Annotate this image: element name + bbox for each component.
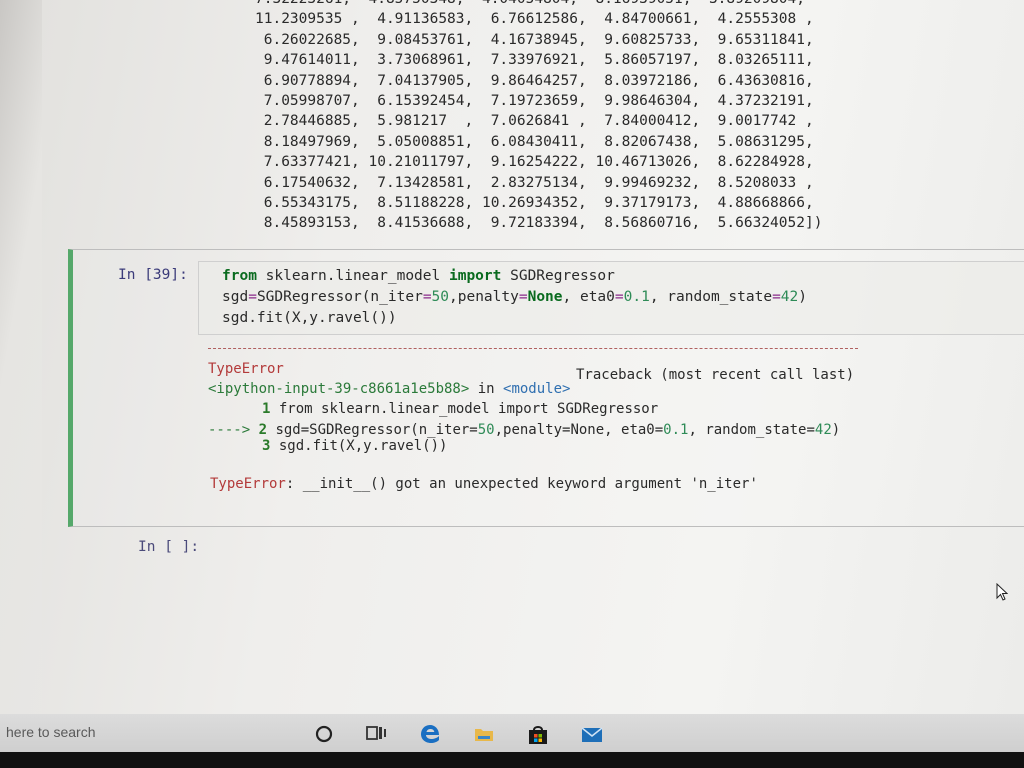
traceback-line-1: 1 from sklearn.linear_model import SGDRe… (262, 401, 658, 417)
array-line: 6.55343175, 8.51188228, 10.26934352, 9.3… (255, 194, 814, 211)
taskbar (0, 714, 1024, 752)
code-token: = (518, 289, 528, 305)
empty-cell-prompt: In [ ]: (138, 539, 200, 555)
code-line-3: sgd.fit(X,y.ravel()) (222, 310, 397, 326)
code-token: = (422, 289, 432, 305)
traceback-number: 0.1 (663, 422, 689, 438)
error-message: TypeError: __init__() got an unexpected … (210, 476, 758, 492)
array-line: 8.45893153, 8.41536688, 9.72183394, 8.56… (255, 215, 823, 232)
empty-code-cell[interactable] (198, 532, 1024, 562)
array-line: 8.18497969, 5.05008851, 6.08430411, 8.82… (255, 133, 814, 150)
code-token: , random_state (649, 289, 773, 305)
array-output: 7.32223261, 4.85750348, 4.04054804, 8.16… (255, 0, 822, 234)
monitor-bezel (0, 752, 1024, 768)
code-token: ) (798, 289, 807, 305)
keyword-from: from (222, 268, 257, 284)
traceback-line-2: ----> 2 sgd=SGDRegressor(n_iter=50,penal… (208, 422, 840, 438)
traceback-header-right: Traceback (most recent call last) (576, 367, 855, 383)
array-line: 7.32223261, 4.85750348, 4.04054804, 8.16… (255, 0, 822, 9)
mail-icon[interactable] (580, 722, 604, 746)
traceback-code: sgd=SGDRegressor(n_iter= (267, 422, 478, 438)
taskbar-search-box[interactable]: here to search (6, 724, 96, 740)
traceback-input-ref: <ipython-input-39-c8661a1e5b88> (208, 381, 470, 397)
code-number: 0.1 (623, 289, 650, 305)
traceback-separator (208, 348, 858, 349)
task-view-icon[interactable] (364, 722, 388, 746)
error-type: TypeError (210, 476, 286, 492)
traceback-number: 50 (477, 422, 495, 438)
code-module: sklearn.linear_model (256, 268, 449, 284)
array-line: 6.17540632, 7.13428581, 2.83275134, 9.99… (255, 174, 814, 191)
traceback-arrow: ----> (208, 422, 259, 438)
traceback-location: <ipython-input-39-c8661a1e5b88> in <modu… (208, 381, 570, 397)
code-text[interactable]: from sklearn.linear_model import SGDRegr… (222, 266, 807, 329)
code-token: ,penalty (449, 289, 519, 305)
traceback-lineno: 2 (258, 422, 268, 438)
array-line: 2.78446885, 5.981217 , 7.0626841 , 7.840… (255, 113, 814, 130)
file-explorer-icon[interactable] (472, 722, 496, 746)
array-line: 6.26022685, 9.08453761, 4.16738945, 9.60… (255, 31, 814, 48)
array-line: 11.2309535 , 4.91136583, 6.76612586, 4.8… (255, 11, 814, 28)
keyword-import: import (448, 268, 502, 284)
error-text: : __init__() got an unexpected keyword a… (285, 476, 758, 492)
array-line: 7.05998707, 6.15392454, 7.19723659, 9.98… (255, 92, 814, 109)
code-number: 50 (431, 289, 450, 305)
cell-prompt: In [39]: (118, 267, 188, 283)
code-token: = (614, 289, 624, 305)
edge-icon[interactable] (418, 722, 442, 746)
traceback-number: 42 (814, 422, 832, 438)
traceback-module: <module> (503, 381, 571, 397)
code-token: = (248, 289, 257, 305)
code-token: , eta0 (562, 289, 615, 305)
code-class: SGDRegressor (501, 268, 615, 284)
traceback-in: in (469, 381, 504, 397)
traceback-code: ,penalty=None, eta0= (494, 422, 664, 438)
cortana-icon[interactable] (312, 722, 336, 746)
code-token: = (772, 289, 781, 305)
array-line: 7.63377421, 10.21011797, 9.16254222, 10.… (255, 154, 814, 171)
traceback-code: ) (831, 422, 841, 438)
traceback-header-left: TypeError (208, 361, 284, 377)
traceback-code: from sklearn.linear_model import SGDRegr… (270, 401, 659, 417)
store-icon[interactable] (526, 722, 550, 746)
traceback-error-type: TypeError (208, 361, 284, 377)
mouse-cursor-icon (996, 583, 1008, 601)
code-number: 42 (780, 289, 799, 305)
traceback-line-3: 3 sgd.fit(X,y.ravel()) (262, 438, 447, 454)
code-none: None (527, 289, 563, 305)
traceback-code: , random_state= (688, 422, 815, 438)
code-token: SGDRegressor(n_iter (256, 289, 423, 305)
code-token: sgd (222, 289, 249, 305)
screen: 7.32223261, 4.85750348, 4.04054804, 8.16… (0, 0, 1024, 752)
array-line: 9.47614011, 3.73068961, 7.33976921, 5.86… (255, 52, 814, 69)
traceback-code: sgd.fit(X,y.ravel()) (270, 438, 448, 454)
array-line: 6.90778894, 7.04137905, 9.86464257, 8.03… (255, 72, 814, 89)
